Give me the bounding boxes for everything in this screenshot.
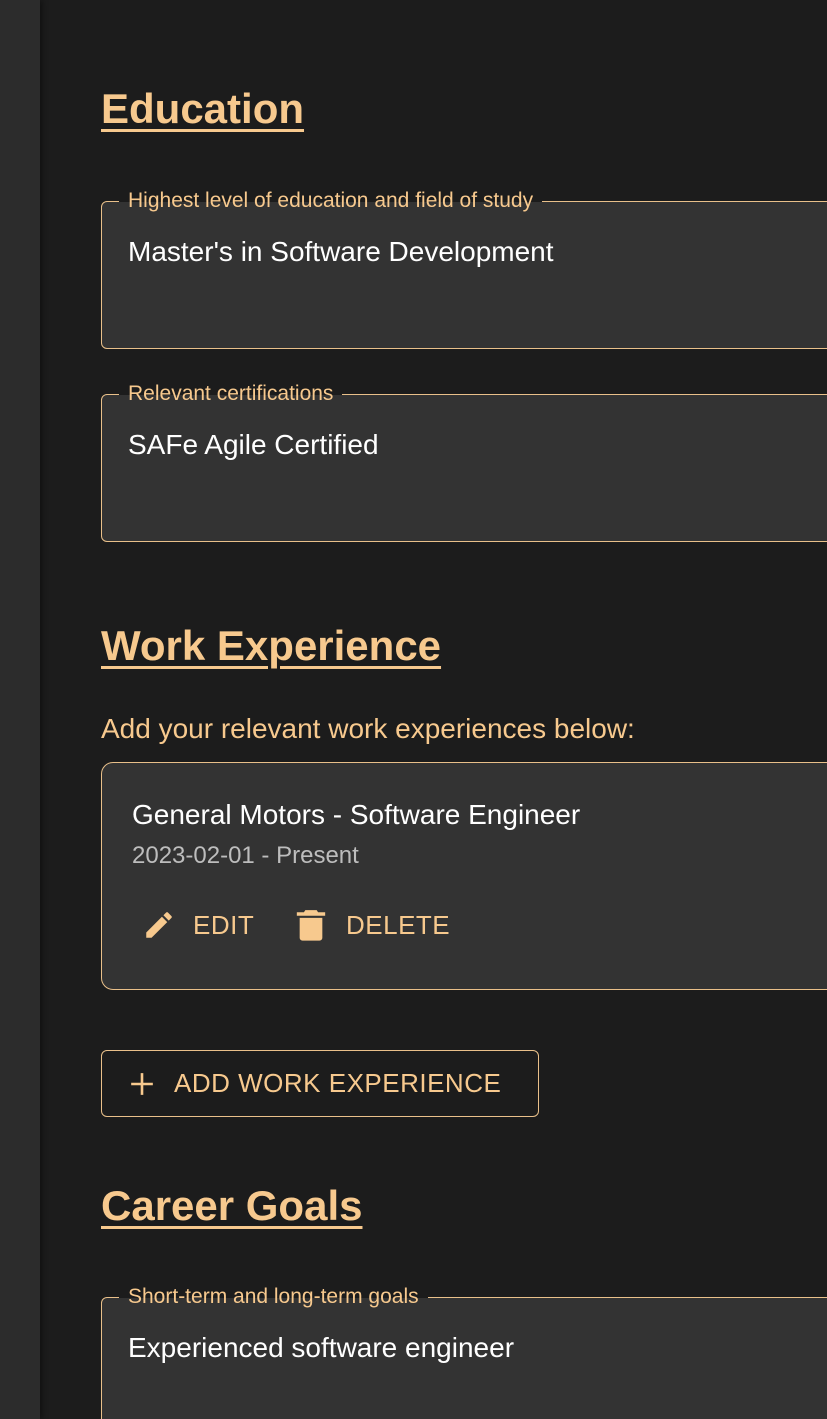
work-experience-helper-text: Add your relevant work experiences below… [101,713,635,744]
highest-education-label: Highest level of education and field of … [119,187,543,215]
left-sidebar-edge [0,0,40,1419]
plus-icon [102,1071,155,1097]
certifications-value[interactable]: SAFe Agile Certified [128,427,379,463]
career-goals-value[interactable]: Experienced software engineer [128,1330,514,1366]
work-experience-card: General Motors - Software Engineer 2023-… [101,762,827,990]
career-goals-label: Short-term and long-term goals [119,1283,428,1311]
add-work-experience-button[interactable]: ADD WORK EXPERIENCE [101,1050,539,1117]
certifications-field[interactable]: Relevant certifications SAFe Agile Certi… [101,380,827,542]
edit-button[interactable]: EDIT [142,901,254,949]
edit-button-label: EDIT [193,909,255,940]
certifications-label: Relevant certifications [119,380,343,408]
highest-education-value[interactable]: Master's in Software Development [128,234,554,270]
delete-button[interactable]: DELETE [296,901,450,949]
education-heading: Education [101,85,305,132]
work-experience-heading: Work Experience [101,622,442,669]
trash-icon [296,908,326,942]
add-work-experience-label: ADD WORK EXPERIENCE [174,1068,502,1098]
career-goals-heading: Career Goals [101,1182,363,1229]
pencil-icon [142,908,176,942]
work-experience-title: General Motors - Software Engineer [132,799,581,830]
work-experience-dates: 2023-02-01 - Present [132,842,359,869]
profile-form-page: Education Highest level of education and… [0,0,827,1419]
highest-education-field[interactable]: Highest level of education and field of … [101,187,827,349]
delete-button-label: DELETE [346,909,451,940]
career-goals-field[interactable]: Short-term and long-term goals Experienc… [101,1283,827,1419]
